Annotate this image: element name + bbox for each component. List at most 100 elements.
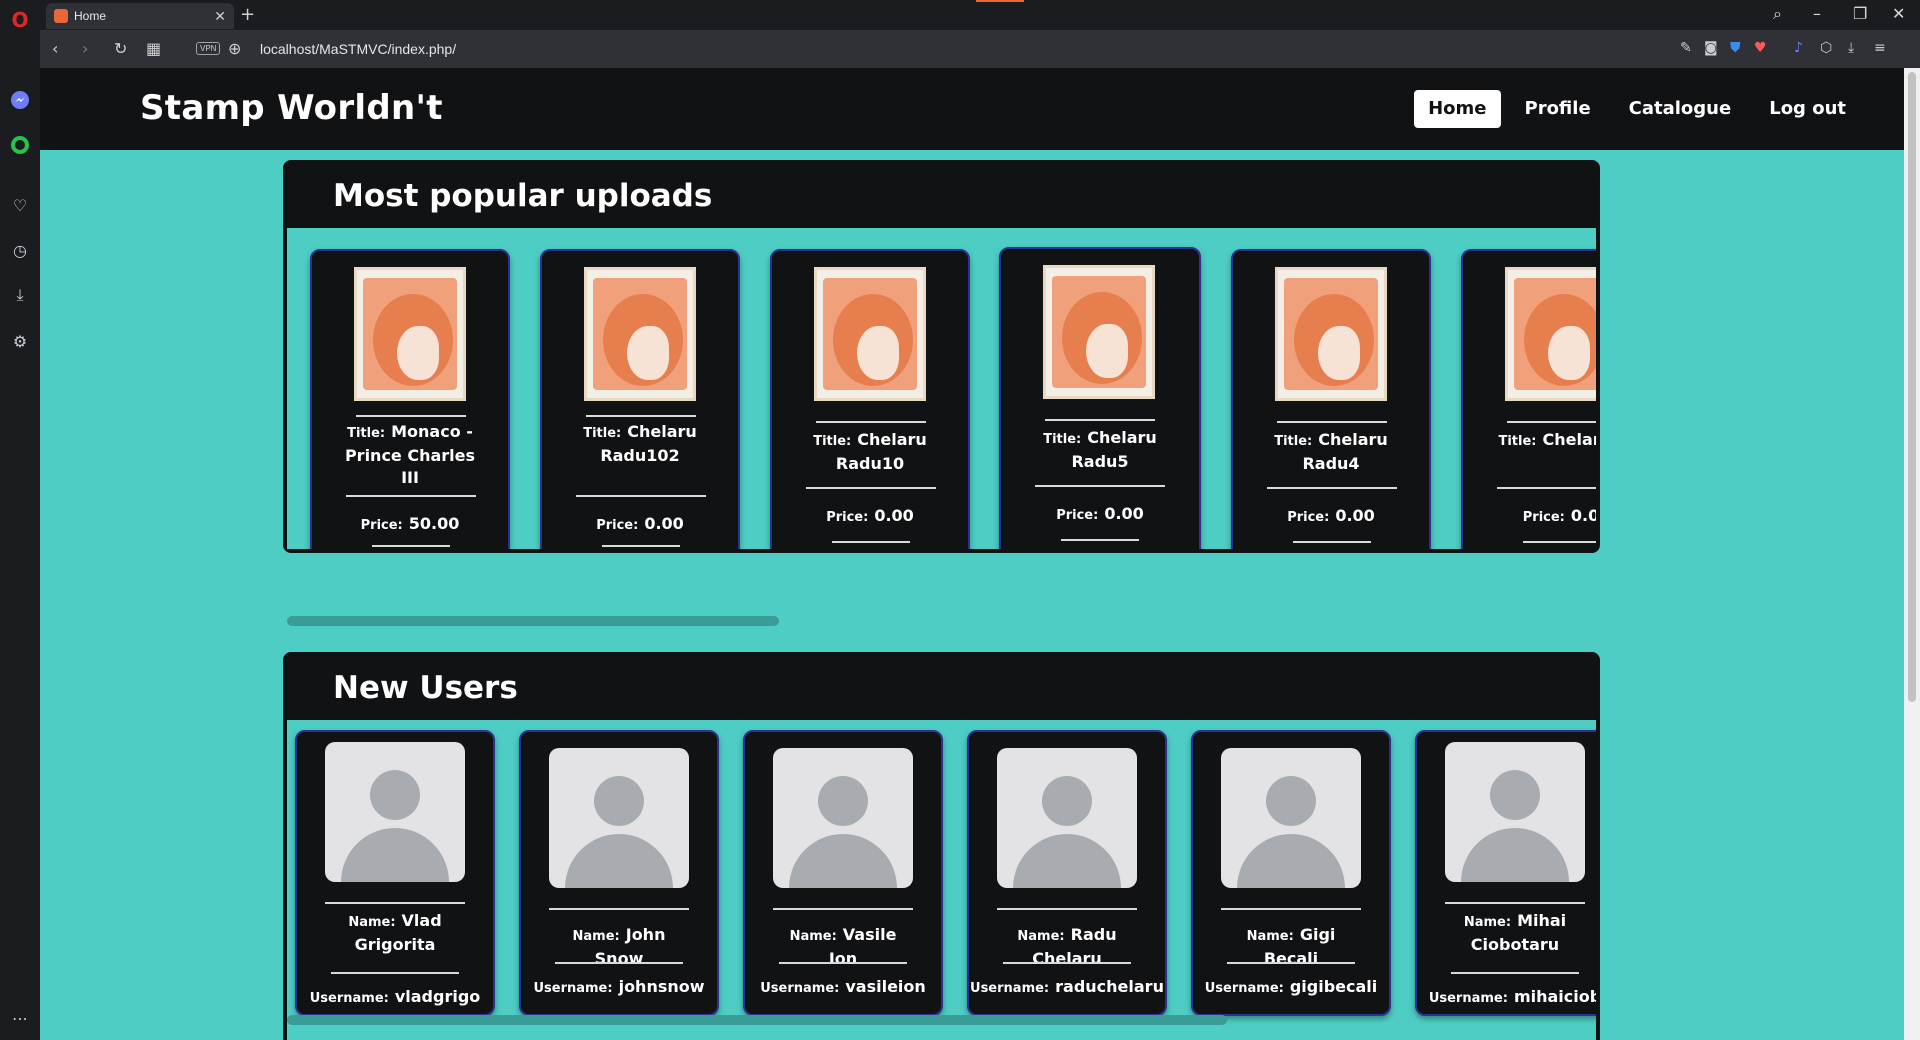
- title-label: Title:: [347, 426, 386, 441]
- stamp-title: Title: Chelaru I: [1463, 429, 1596, 453]
- nav-home[interactable]: Home: [1414, 90, 1501, 128]
- back-icon[interactable]: ‹: [52, 39, 58, 58]
- popular-uploads-section: Most popular uploads Title: Monaco - Prin…: [283, 160, 1600, 553]
- new-users-title: New Users: [333, 670, 518, 706]
- close-window-icon[interactable]: ✕: [1892, 4, 1905, 23]
- stamp-card[interactable]: Title:Chelaru IPrice:0.0Country:as: [1461, 249, 1596, 549]
- audio-icon[interactable]: ♪: [1794, 40, 1803, 56]
- user-username-value: vasileion: [845, 977, 926, 996]
- card-divider: [1497, 487, 1596, 489]
- name-label: Name:: [572, 929, 620, 944]
- card-divider: [806, 487, 936, 489]
- card-divider: [1061, 539, 1139, 541]
- user-username-value: johnsnow: [618, 977, 705, 996]
- tab-home[interactable]: Home ✕: [46, 3, 234, 29]
- download-icon[interactable]: ⤓: [8, 283, 32, 307]
- user-avatar-icon: [773, 748, 913, 888]
- stamp-card[interactable]: Title:Chelaru Radu10Price:0.00Country:as…: [770, 249, 970, 549]
- user-username: Username: raduchelaru: [969, 976, 1165, 1000]
- card-divider: [1293, 541, 1371, 543]
- vertical-scroll-thumb[interactable]: [1908, 72, 1916, 702]
- site-info-icon[interactable]: ⊕: [228, 39, 241, 58]
- nav-profile[interactable]: Profile: [1511, 90, 1605, 128]
- stamp-price-value: 0.00: [1104, 504, 1144, 523]
- stamp-image: [1275, 267, 1387, 401]
- user-card[interactable]: Name: Radu Chelaru Username: raduchelaru: [967, 730, 1167, 1016]
- new-tab-icon[interactable]: +: [240, 4, 255, 25]
- card-divider: [773, 908, 913, 910]
- site-favicon-icon: [54, 9, 68, 23]
- stamp-card[interactable]: Title:Chelaru Radu5Price:0.00Country:asd…: [999, 247, 1201, 549]
- minimize-icon[interactable]: –: [1813, 4, 1821, 23]
- stamp-title-value: Chelaru I: [1542, 430, 1596, 449]
- page-vertical-scrollbar[interactable]: [1904, 68, 1920, 1040]
- extensions-icon[interactable]: ⬡: [1820, 40, 1832, 56]
- user-card[interactable]: Name: Mihai Ciobotaru Username: mihaiciob: [1415, 730, 1596, 1016]
- popular-scrollbar-thumb[interactable]: [287, 616, 779, 626]
- downloads-icon[interactable]: ⤓: [1848, 40, 1854, 56]
- more-icon[interactable]: ⋯: [8, 1006, 32, 1030]
- user-username-value: vladgrigo: [394, 987, 481, 1006]
- card-divider: [816, 421, 926, 423]
- snapshot-icon[interactable]: ◙: [1704, 40, 1718, 56]
- card-divider: [372, 545, 450, 547]
- stamp-card[interactable]: Title:Chelaru Radu102Price:0.00Country:a…: [540, 249, 740, 549]
- stamp-image: [814, 267, 926, 401]
- history-icon[interactable]: ◷: [8, 238, 32, 262]
- heart-icon[interactable]: ♡: [8, 193, 32, 217]
- stamp-price: Price: 0.00: [772, 505, 968, 529]
- settings-icon[interactable]: ⚙: [8, 329, 32, 353]
- username-label: Username:: [970, 981, 1050, 996]
- stamp-title: Title: Chelaru Radu102: [542, 421, 738, 467]
- reload-icon[interactable]: ↻: [114, 39, 127, 58]
- stamp-title: Title: Chelaru Radu10: [772, 429, 968, 475]
- url-input[interactable]: localhost/MaSTMVC/index.php/: [260, 41, 456, 57]
- users-scrollbar-thumb[interactable]: [287, 1015, 1227, 1025]
- vpn-badge[interactable]: VPN: [196, 42, 221, 55]
- card-divider: [1045, 419, 1155, 421]
- stamp-price: Price: 0.00: [1001, 503, 1199, 527]
- edit-icon[interactable]: ✎: [1680, 40, 1692, 56]
- stamp-card[interactable]: Title: Monaco - Prince Charles III Price: 5…: [310, 249, 510, 549]
- search-tabs-icon[interactable]: ⌕: [1773, 4, 1782, 24]
- stamp-title-value: Chelaru Radu5: [1071, 428, 1157, 471]
- user-username-value: raduchelaru: [1055, 977, 1164, 996]
- tabs-grid-icon[interactable]: ▦: [146, 39, 161, 58]
- forward-icon[interactable]: ›: [82, 39, 88, 58]
- messenger-icon[interactable]: [8, 88, 32, 112]
- name-label: Name:: [1017, 929, 1065, 944]
- site-brand[interactable]: Stamp Worldn't: [140, 88, 443, 128]
- easy-setup-icon[interactable]: ≡: [1874, 40, 1886, 56]
- stamp-card[interactable]: Title:Chelaru Radu4Price:0.00Country:asd…: [1231, 249, 1431, 549]
- stamp-price-value: 0.00: [874, 506, 914, 525]
- user-card[interactable]: Name: John Snow Username: johnsnow: [519, 730, 719, 1016]
- nav-logout[interactable]: Log out: [1755, 90, 1860, 128]
- user-avatar-icon: [325, 742, 465, 882]
- user-card[interactable]: Name: Gigi Becali Username: gigibecali: [1191, 730, 1391, 1016]
- user-name: Name: Vlad Grigorita: [297, 910, 493, 956]
- popular-uploads-carousel[interactable]: Title: Monaco - Prince Charles III Price: 5…: [287, 228, 1596, 549]
- price-label: Price:: [596, 518, 639, 533]
- whatsapp-icon[interactable]: [8, 133, 32, 157]
- username-label: Username:: [309, 991, 389, 1006]
- stamp-image: [354, 267, 466, 401]
- name-label: Name:: [789, 929, 837, 944]
- opera-logo-icon[interactable]: O: [8, 8, 32, 32]
- user-card[interactable]: Name: Vlad Grigorita Username: vladgrigo: [295, 730, 495, 1016]
- tab-accent: [976, 0, 1024, 2]
- popular-uploads-title: Most popular uploads: [333, 178, 713, 214]
- favorite-heart-icon[interactable]: ♥: [1754, 40, 1767, 56]
- stamp-price: Price: 0.00: [1233, 505, 1429, 529]
- main-nav: Home Profile Catalogue Log out: [1414, 90, 1860, 128]
- card-divider: [346, 495, 476, 497]
- adblock-shield-icon[interactable]: ⛊: [1730, 40, 1741, 56]
- nav-catalogue[interactable]: Catalogue: [1615, 90, 1746, 128]
- restore-icon[interactable]: ❐: [1853, 4, 1867, 23]
- card-divider: [1523, 541, 1596, 543]
- new-users-carousel[interactable]: Name: Vlad Grigorita Username: vladgrigo Nam…: [287, 720, 1596, 1040]
- name-label: Name:: [1463, 915, 1512, 930]
- user-card[interactable]: Name: Vasile Ion Username: vasileion: [743, 730, 943, 1016]
- stamp-title: Title: Chelaru Radu5: [1001, 427, 1199, 473]
- close-tab-icon[interactable]: ✕: [214, 8, 226, 25]
- card-divider: [997, 908, 1137, 910]
